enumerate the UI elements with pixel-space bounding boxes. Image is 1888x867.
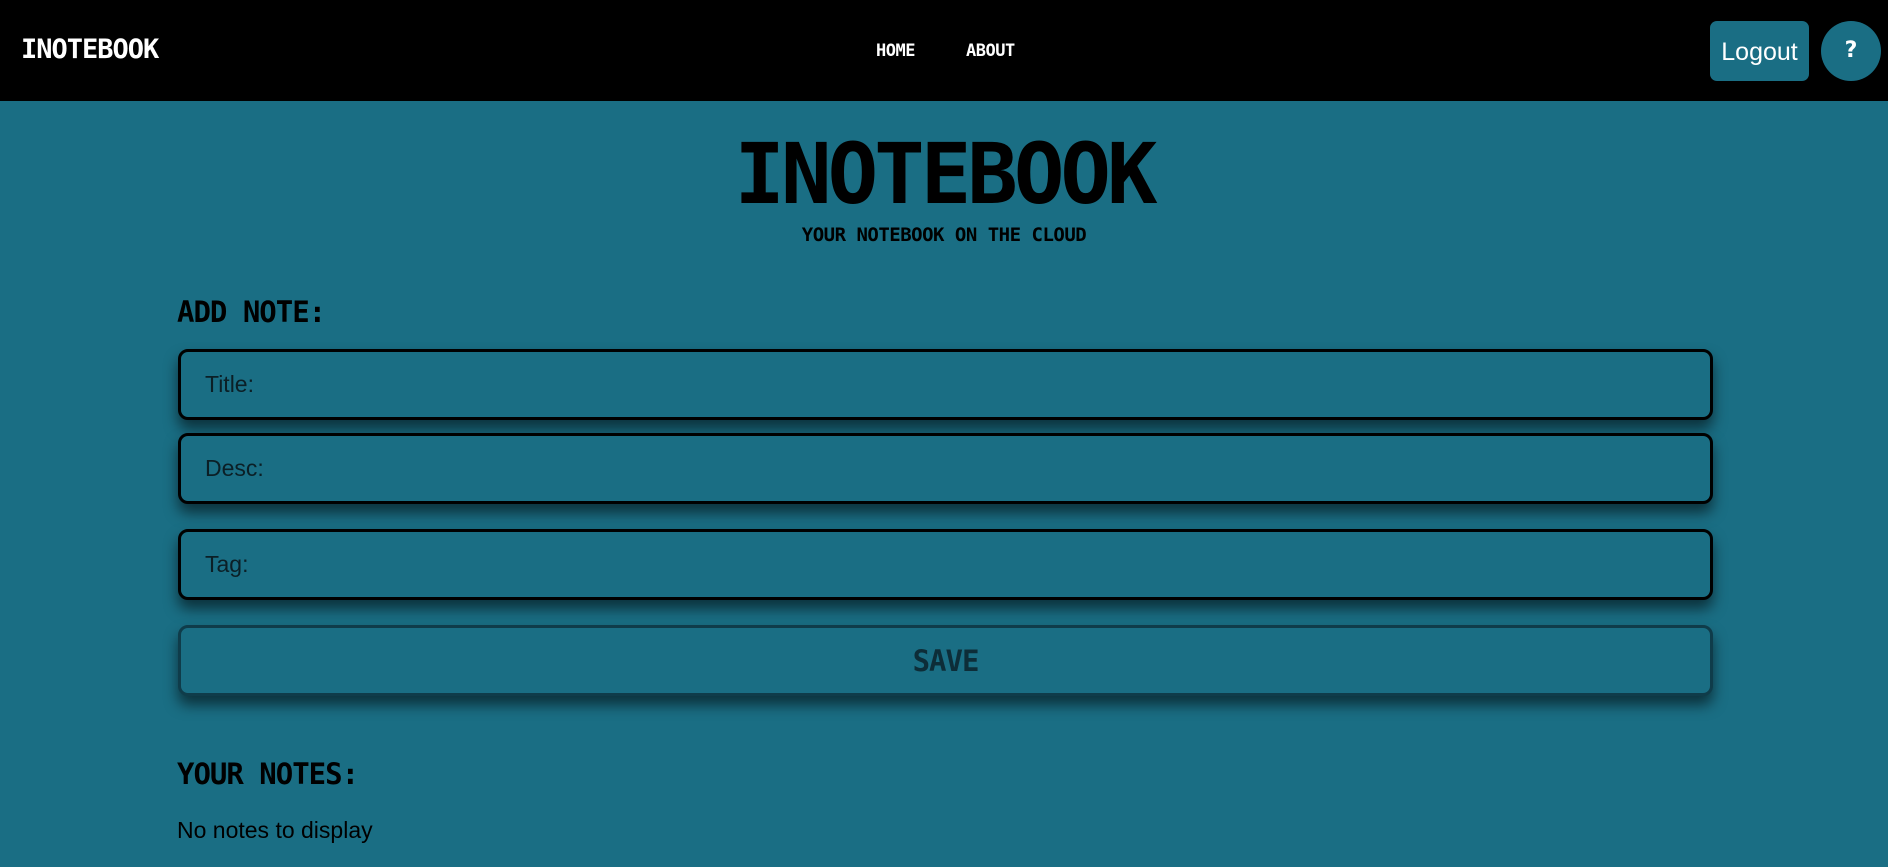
nav-link-about[interactable]: ABOUT (966, 40, 1015, 62)
brand-logo-link[interactable]: INOTEBOOK (21, 33, 159, 67)
save-note-button[interactable]: SAVE (178, 625, 1713, 696)
page-title: INOTEBOOK (734, 125, 1157, 223)
note-tag-input[interactable] (178, 529, 1713, 600)
navbar: INOTEBOOK HOME ABOUT Logout ? (0, 0, 1888, 101)
nav-link-home[interactable]: HOME (876, 40, 915, 62)
note-title-input[interactable] (178, 349, 1713, 420)
add-note-heading: ADD NOTE: (177, 295, 326, 329)
empty-notes-message: No notes to display (177, 817, 373, 843)
question-mark-icon: ? (1844, 38, 1858, 63)
help-button[interactable]: ? (1821, 21, 1881, 81)
logout-button[interactable]: Logout (1710, 21, 1809, 81)
note-description-input[interactable] (178, 433, 1713, 504)
page-subtitle: YOUR NOTEBOOK ON THE CLOUD (801, 224, 1087, 246)
your-notes-heading: YOUR NOTES: (177, 757, 359, 791)
